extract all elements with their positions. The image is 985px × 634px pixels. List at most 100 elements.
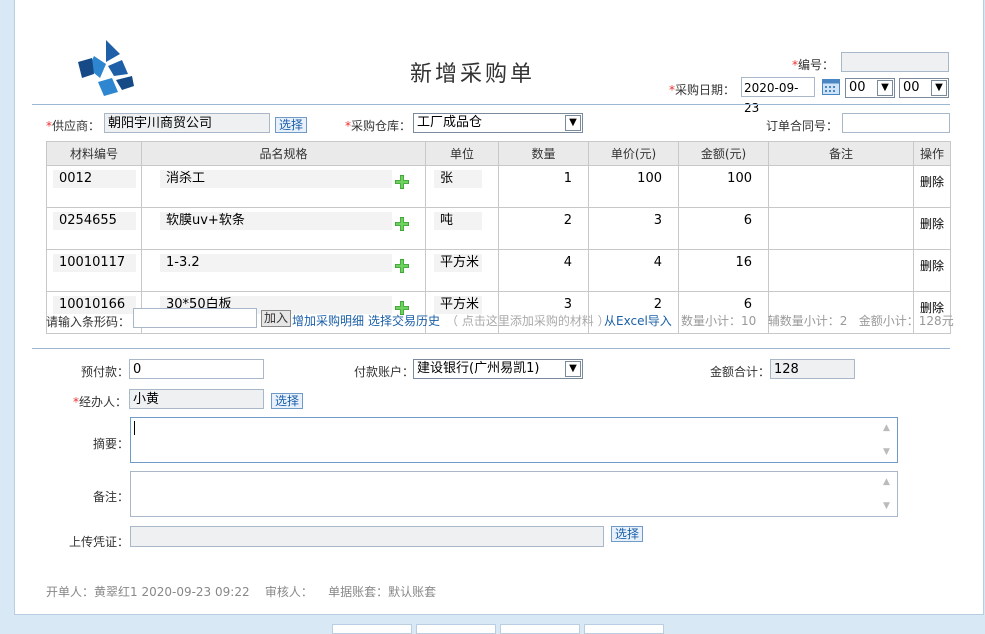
delete-link[interactable]: 删除: [913, 165, 951, 208]
quantity-cell[interactable]: 2: [498, 207, 589, 250]
table-header-row: 材料编号 品名规格 单位 数量 单价(元) 金额(元) 备注 操作: [46, 141, 951, 166]
material-code: 0254655: [53, 212, 136, 230]
remark-label: 备注：: [93, 490, 130, 504]
product-name-cell[interactable]: 1-3.2: [141, 249, 426, 292]
contract-field[interactable]: [842, 113, 950, 133]
unit-cell[interactable]: 吨: [425, 207, 499, 250]
column-header: 单价(元): [588, 141, 679, 166]
add-plus-icon[interactable]: [395, 175, 409, 189]
quantity-cell[interactable]: 4: [498, 249, 589, 292]
material-code: 0012: [53, 170, 136, 188]
column-header: 材料编号: [46, 141, 142, 166]
scroll-up-icon[interactable]: ▲: [883, 478, 893, 487]
material-code-cell[interactable]: 0254655: [46, 207, 142, 250]
product-name: 1-3.2: [160, 254, 392, 272]
column-header: 金额(元): [678, 141, 769, 166]
supplier-field[interactable]: 朝阳宇川商贸公司: [104, 113, 270, 133]
material-code-cell[interactable]: 0012: [46, 165, 142, 208]
column-header: 单位: [425, 141, 499, 166]
column-header: 备注: [768, 141, 914, 166]
scroll-down-icon[interactable]: ▼: [883, 448, 893, 457]
minute-select[interactable]: 00 ▼: [899, 78, 949, 98]
handler-field[interactable]: 小黄: [129, 389, 264, 409]
table-row: 0012 消杀工张 1 100 100 删除: [46, 165, 951, 208]
prepay-label: 预付款：: [81, 365, 130, 379]
material-code-cell[interactable]: 10010117: [46, 249, 142, 292]
unit: 平方米: [434, 254, 482, 272]
subtotal-summary: 数量小计：10 辅数量小计：2 金额小计：128元: [681, 314, 954, 328]
company-logo: [78, 40, 134, 96]
warehouse-label: *采购仓库：: [345, 119, 412, 133]
excel-import-link[interactable]: 从Excel导入: [604, 312, 672, 329]
product-name-cell[interactable]: 软膜uv+软条: [141, 207, 426, 250]
number-field[interactable]: [841, 52, 949, 72]
product-name: 软膜uv+软条: [160, 212, 392, 230]
column-header: 品名规格: [141, 141, 426, 166]
summary-label: 摘要：: [93, 437, 130, 451]
chevron-down-icon: ▼: [565, 361, 581, 377]
unit-price-cell[interactable]: 3: [588, 207, 679, 250]
remark-cell[interactable]: [768, 207, 914, 250]
section-divider: [32, 348, 950, 349]
total-label: 金额合计：: [710, 365, 771, 379]
unit-price-cell[interactable]: 100: [588, 165, 679, 208]
product-name-cell[interactable]: 消杀工: [141, 165, 426, 208]
warehouse-select[interactable]: 工厂成品仓 ▼: [413, 113, 583, 133]
quantity-cell[interactable]: 1: [498, 165, 589, 208]
scroll-down-icon[interactable]: ▼: [883, 502, 893, 511]
account-label: 付款账户：: [354, 365, 415, 379]
contract-label: 订单合同号：: [766, 119, 839, 133]
add-plus-icon[interactable]: [395, 259, 409, 273]
unit-price-cell[interactable]: 4: [588, 249, 679, 292]
add-material-hint: （ 点击这里添加采购的材料 ）: [446, 314, 610, 328]
upload-label: 上传凭证：: [69, 535, 130, 549]
upload-choose-button[interactable]: 选择: [611, 526, 644, 542]
bottom-button[interactable]: [584, 624, 664, 634]
unit: 张: [434, 170, 482, 188]
account-select[interactable]: 建设银行(广州易凯1) ▼: [413, 359, 583, 379]
unit-cell[interactable]: 张: [425, 165, 499, 208]
handler-choose-button[interactable]: 选择: [271, 393, 304, 409]
remark-cell[interactable]: [768, 249, 914, 292]
add-plus-icon[interactable]: [395, 217, 409, 231]
chevron-down-icon: ▼: [877, 80, 893, 96]
unit: 吨: [434, 212, 482, 230]
calendar-icon[interactable]: [822, 79, 840, 95]
number-label: *编号：: [792, 58, 835, 72]
scroll-up-icon[interactable]: ▲: [883, 424, 893, 433]
page-title: 新增采购单: [410, 62, 536, 87]
text-cursor: [134, 421, 135, 435]
header-divider: [32, 104, 950, 105]
amount-cell: 100: [678, 165, 769, 208]
column-header: 数量: [498, 141, 589, 166]
delete-link[interactable]: 删除: [913, 249, 951, 292]
barcode-label: 请输入条形码：: [46, 315, 131, 329]
remark-textarea[interactable]: ▲ ▼: [130, 471, 898, 517]
hour-select[interactable]: 00 ▼: [845, 78, 895, 98]
material-table: 材料编号 品名规格 单位 数量 单价(元) 金额(元) 备注 操作 0012 消杀…: [46, 141, 951, 334]
table-row: 0254655 软膜uv+软条 吨 2 3 6 删除: [46, 207, 951, 250]
chevron-down-icon: ▼: [931, 80, 947, 96]
history-link[interactable]: 选择交易历史: [368, 312, 440, 329]
bottom-button[interactable]: [416, 624, 496, 634]
supplier-label: *供应商：: [46, 119, 101, 133]
summary-textarea[interactable]: ▲ ▼: [130, 417, 898, 463]
prepay-field[interactable]: 0: [129, 359, 264, 379]
bottom-button[interactable]: [500, 624, 580, 634]
date-label: *采购日期：: [669, 83, 736, 97]
date-field[interactable]: 2020-09-23: [741, 77, 815, 115]
handler-label: *经办人：: [73, 395, 128, 409]
remark-cell[interactable]: [768, 165, 914, 208]
total-field: 128: [770, 359, 855, 379]
supplier-choose-button[interactable]: 选择: [275, 117, 308, 133]
bottom-button[interactable]: [332, 624, 412, 634]
add-barcode-button[interactable]: 加入: [261, 310, 292, 327]
add-detail-link[interactable]: 增加采购明细: [292, 312, 364, 329]
product-name: 消杀工: [160, 170, 392, 188]
table-row: 10010117 1-3.2 平方米 4 4 16 删除: [46, 249, 951, 292]
material-code: 10010166: [53, 296, 136, 314]
delete-link[interactable]: 删除: [913, 207, 951, 250]
upload-field[interactable]: [130, 526, 604, 547]
unit-cell[interactable]: 平方米: [425, 249, 499, 292]
barcode-input[interactable]: [133, 308, 257, 328]
